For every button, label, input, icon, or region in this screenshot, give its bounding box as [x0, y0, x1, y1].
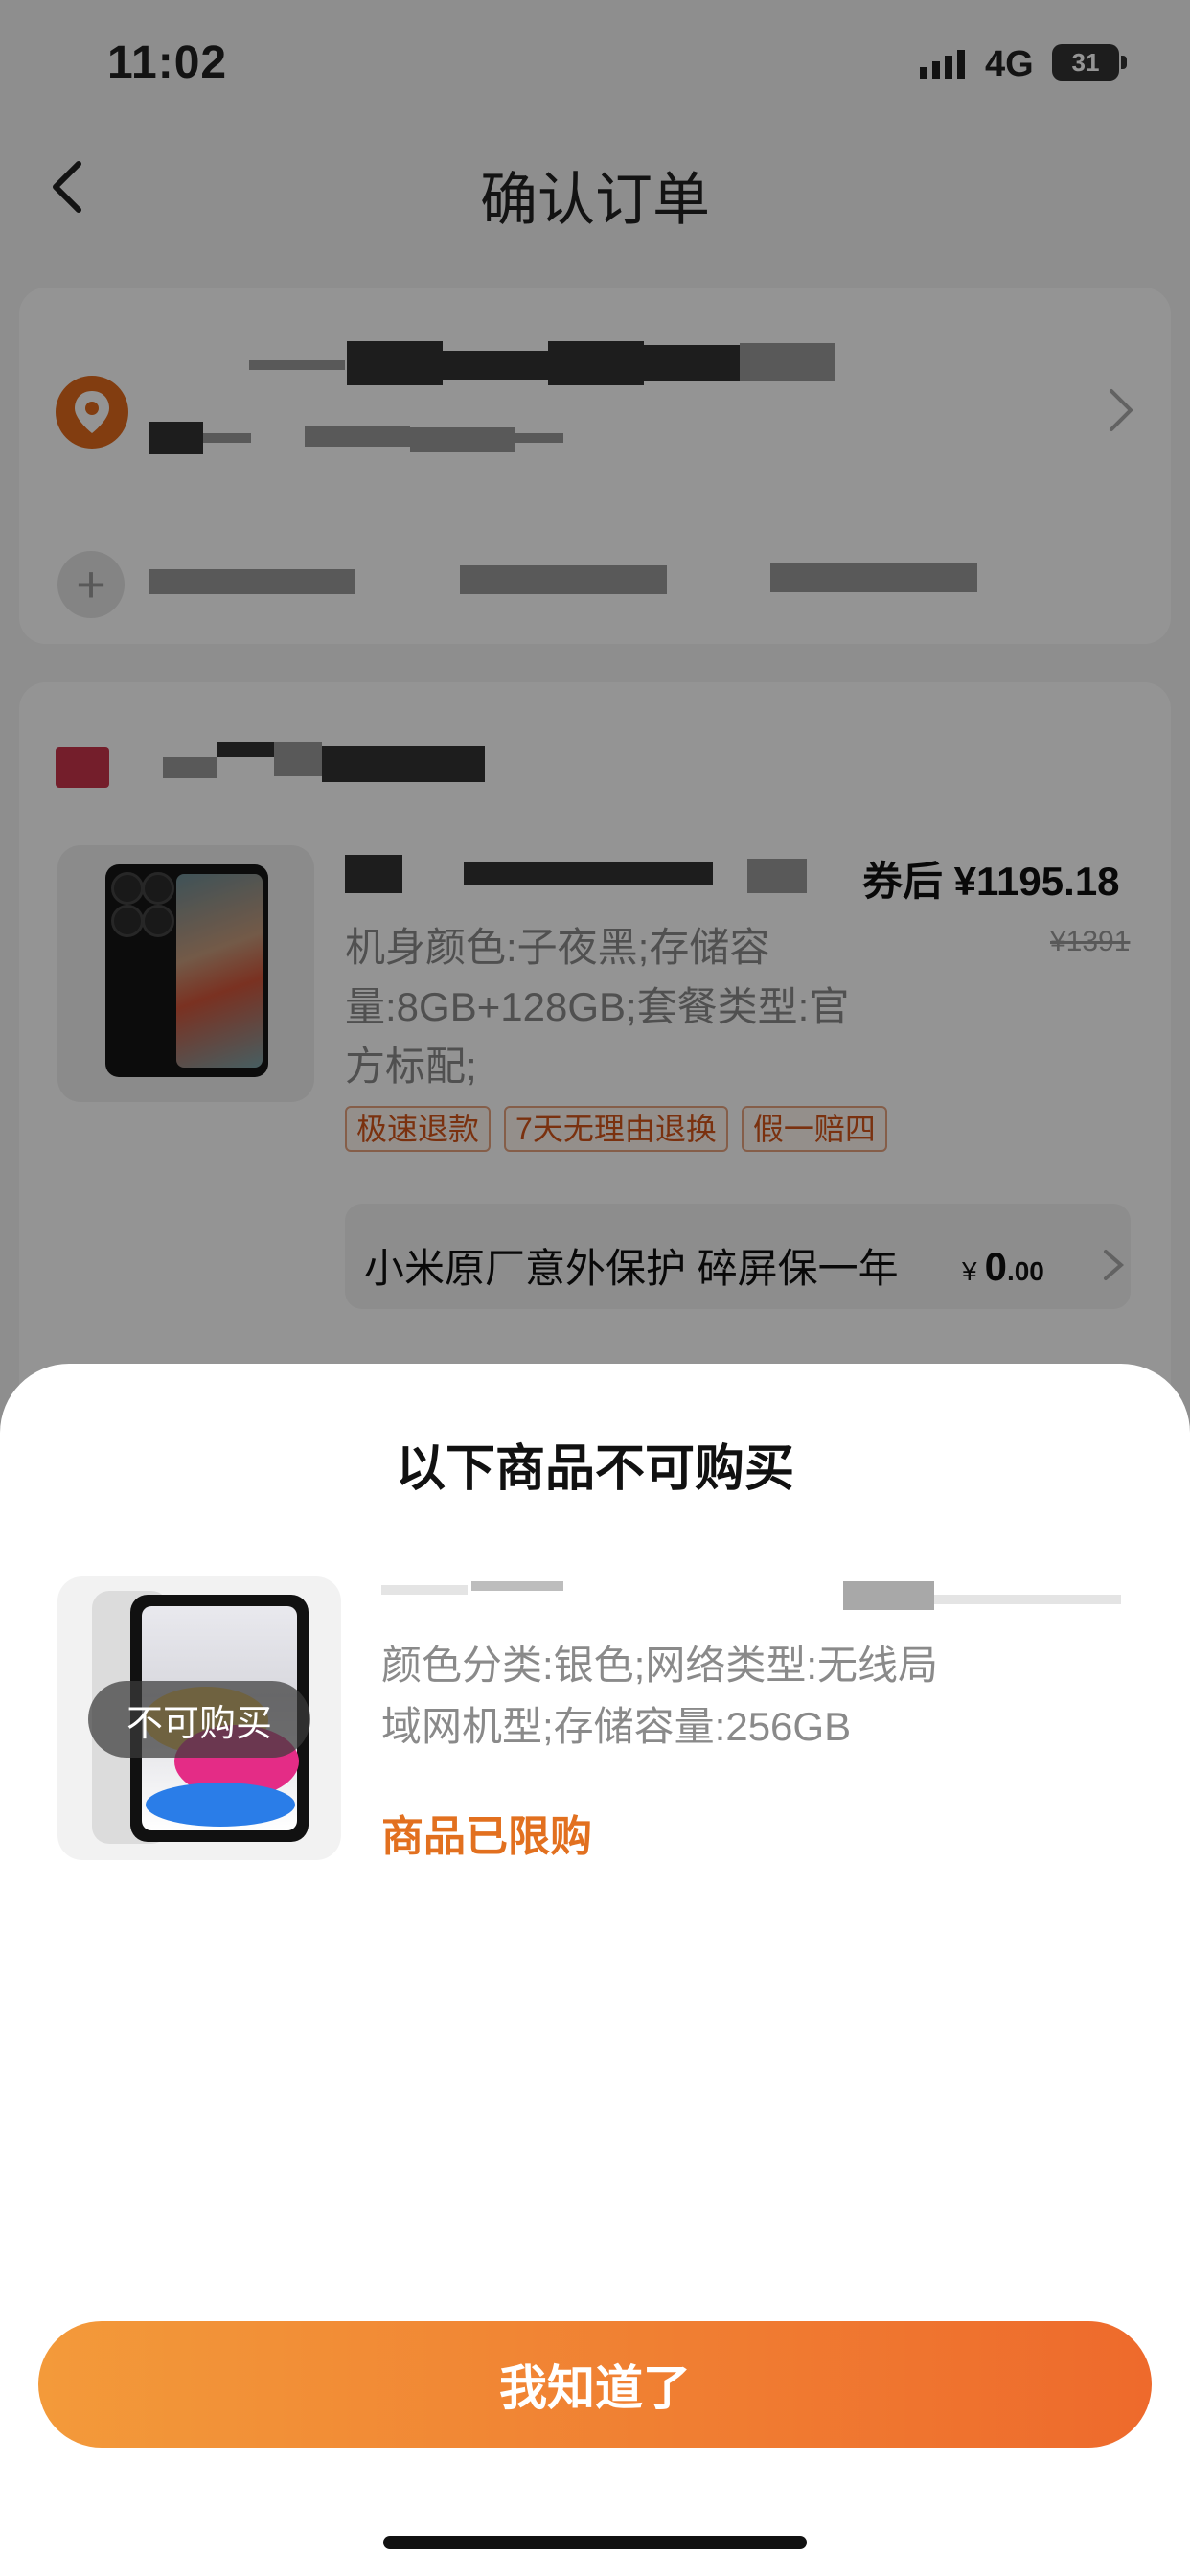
- home-indicator[interactable]: [383, 2536, 807, 2549]
- item-specs: 颜色分类:银色;网络类型:无线局域网机型;存储容量:256GB: [381, 1643, 939, 1749]
- sheet-title: 以下商品不可购买: [395, 1441, 794, 1497]
- purchase-limit-status: 商品已限购: [381, 1813, 592, 1860]
- confirm-button[interactable]: 我知道了: [38, 2321, 1152, 2448]
- wallpaper-shape: [146, 1782, 295, 1827]
- unavailable-badge: 不可购买: [88, 1681, 310, 1758]
